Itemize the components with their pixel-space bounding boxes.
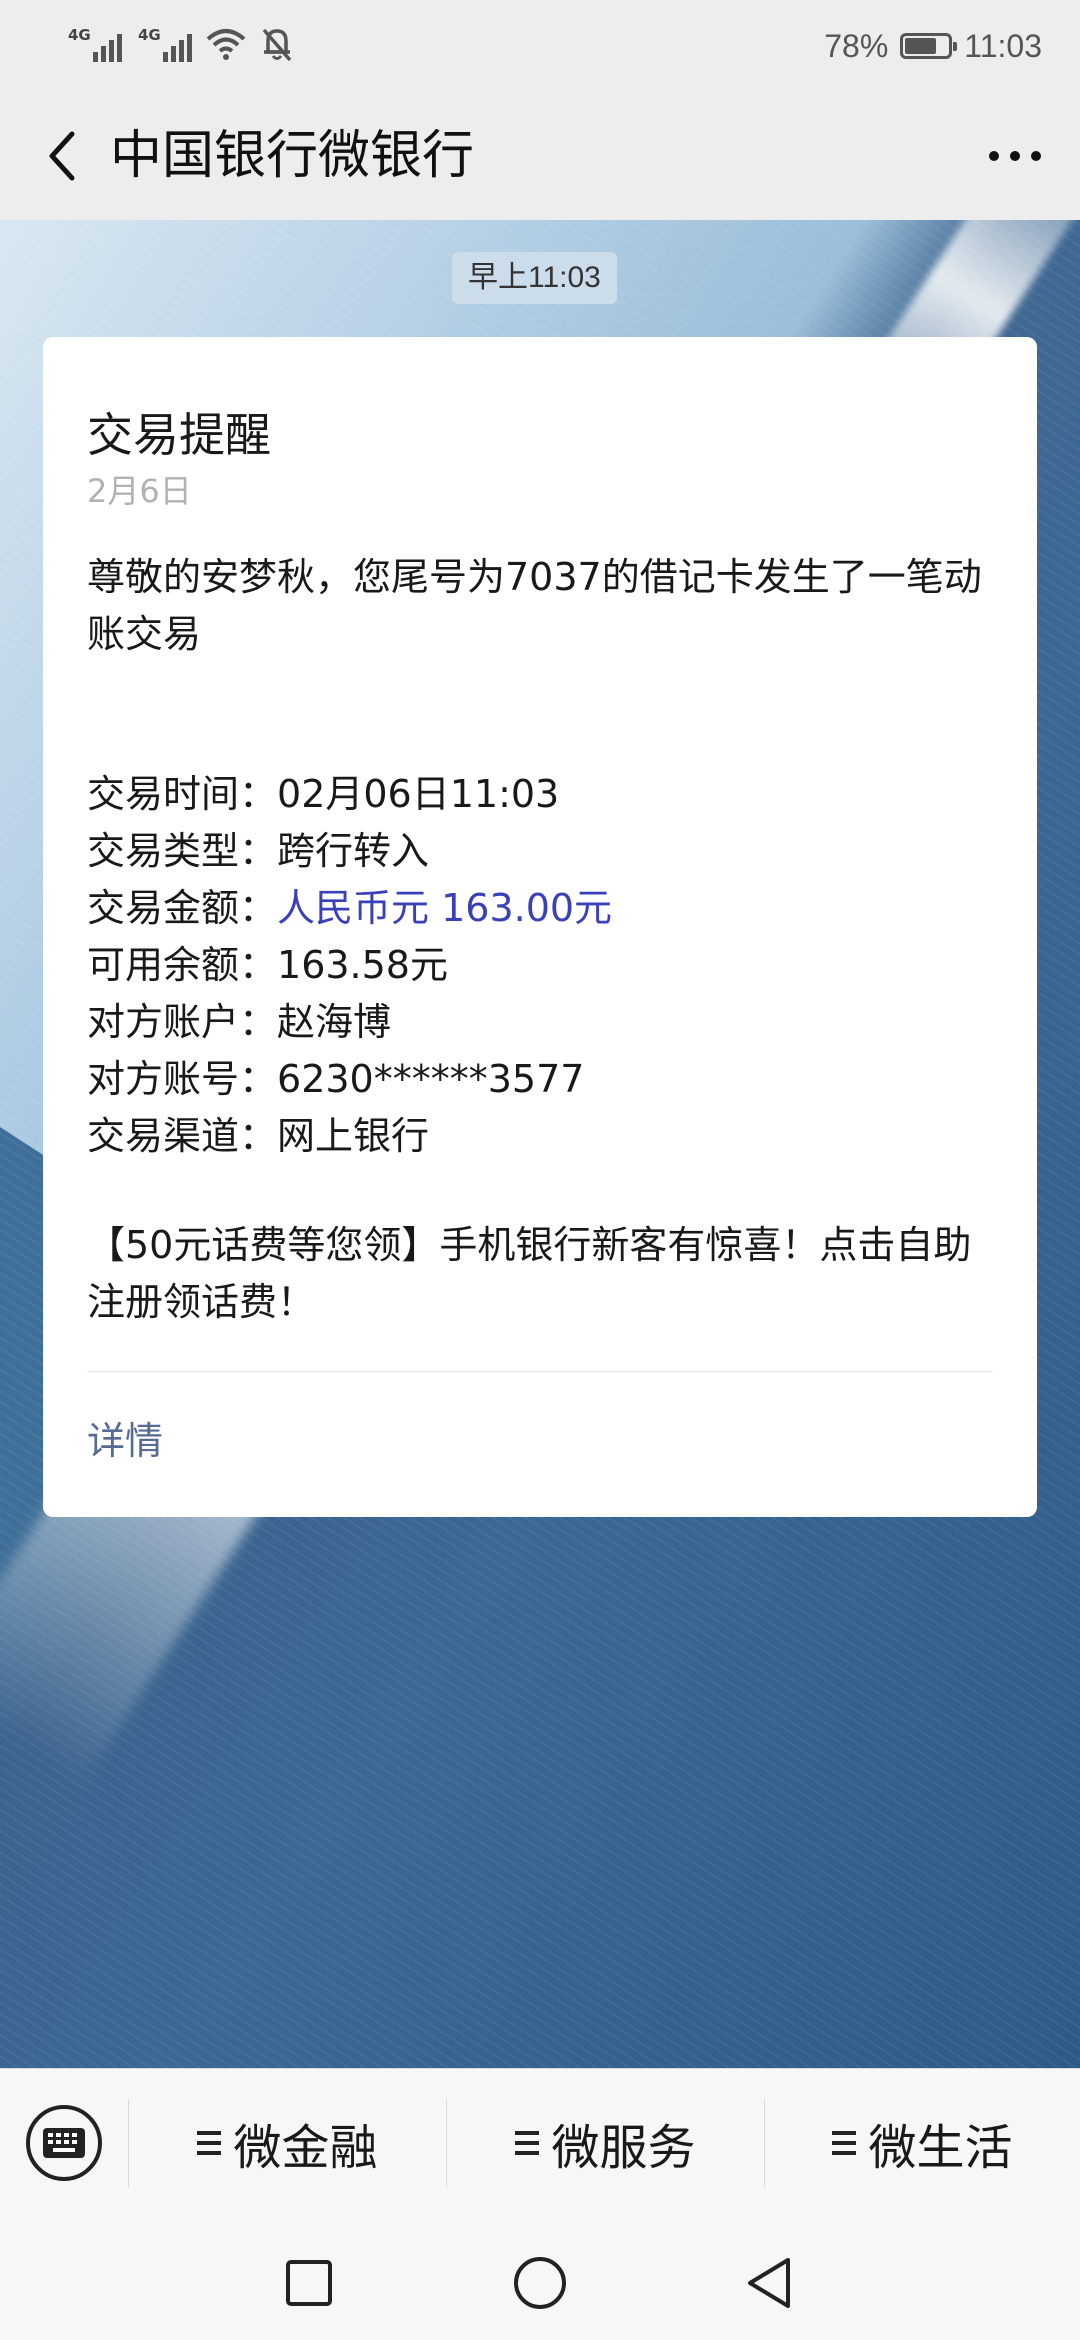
menu-lines-icon: [832, 2131, 857, 2155]
detail-row-time: 交易时间：02月06日11:03: [87, 766, 1007, 823]
field-label: 交易渠道：: [87, 1114, 278, 1158]
menu-item-finance[interactable]: 微金融: [129, 2099, 446, 2187]
more-options-button[interactable]: [970, 116, 1060, 196]
field-value: 赵海博: [277, 1000, 392, 1044]
menu-lines-icon: [515, 2131, 540, 2155]
signal-icon: 4G: [66, 26, 122, 66]
menu-item-life[interactable]: 微生活: [765, 2099, 1080, 2187]
field-value: 网上银行: [277, 1114, 430, 1158]
field-label: 可用余额：: [87, 943, 278, 987]
back-button[interactable]: [22, 116, 102, 196]
promo-text: 【50元话费等您领】手机银行新客有惊喜！点击自助注册领话费！: [87, 1223, 972, 1324]
recent-apps-button[interactable]: [274, 2248, 344, 2318]
menu-item-label: 微金融: [233, 2120, 378, 2176]
more-dots-icon: [989, 151, 1041, 161]
system-back-button[interactable]: [734, 2248, 804, 2318]
detail-row-type: 交易类型：跨行转入: [87, 823, 1007, 880]
status-bar: 4G 4G 78% 11:03: [0, 0, 1080, 92]
status-indicators: 4G 4G: [66, 22, 294, 70]
card-title: 交易提醒: [87, 408, 271, 462]
system-navigation-bar: [0, 2226, 1080, 2340]
detail-row-counterparty-account: 对方账号：6230******3577: [87, 1051, 1007, 1108]
field-value: 163.58元: [277, 943, 448, 987]
clock: 11:03: [964, 27, 1042, 64]
card-date: 2月6日: [87, 472, 192, 510]
menu-item-label: 微服务: [551, 2120, 696, 2176]
menu-lines-icon: [197, 2131, 222, 2155]
battery-percent: 78%: [824, 27, 889, 64]
detail-row-counterparty-name: 对方账户：赵海博: [87, 994, 1007, 1051]
menu-item-label: 微生活: [868, 2120, 1013, 2176]
back-icon: [748, 2258, 790, 2308]
network-type-label: 4G: [138, 26, 161, 44]
chevron-left-icon: [49, 131, 75, 181]
official-account-menu: 微金融 微服务 微生活: [0, 2068, 1080, 2226]
card-intro-text: 尊敬的安梦秋，您尾号为7037的借记卡发生了一笔动账交易: [87, 555, 982, 656]
home-icon: [514, 2257, 566, 2309]
field-label: 交易金额：: [87, 886, 278, 930]
bell-off-icon: [260, 26, 294, 66]
home-button[interactable]: [505, 2248, 575, 2318]
status-right: 78% 11:03: [824, 22, 1042, 70]
field-value: 02月06日11:03: [277, 772, 560, 816]
keyboard-icon: [43, 2128, 85, 2158]
title-bar: 中国银行微银行: [0, 92, 1080, 220]
keyboard-toggle-button[interactable]: [26, 2105, 102, 2181]
card-divider: [87, 1371, 993, 1372]
detail-row-balance: 可用余额：163.58元: [87, 937, 1007, 994]
field-label: 交易时间：: [87, 772, 278, 816]
battery-icon: [900, 33, 958, 59]
detail-row-channel: 交易渠道：网上银行: [87, 1108, 1007, 1165]
network-type-label: 4G: [68, 26, 91, 44]
field-label: 对方账户：: [87, 1000, 278, 1044]
amount-value: 人民币元 163.00元: [277, 886, 613, 930]
detail-row-amount: 交易金额：人民币元 163.00元: [87, 880, 1007, 937]
recent-apps-icon: [286, 2260, 332, 2306]
transaction-details: 交易时间：02月06日11:03 交易类型：跨行转入 交易金额：人民币元 163…: [87, 766, 1007, 1165]
wifi-icon: [206, 27, 246, 65]
details-link[interactable]: 详情: [87, 1415, 163, 1467]
field-value: 跨行转入: [277, 829, 430, 873]
field-label: 对方账号：: [87, 1057, 278, 1101]
field-value: 6230******3577: [277, 1057, 585, 1101]
menu-item-services[interactable]: 微服务: [447, 2099, 764, 2187]
page-title: 中国银行微银行: [110, 126, 475, 186]
field-label: 交易类型：: [87, 829, 278, 873]
signal-icon: 4G: [136, 26, 192, 66]
transaction-alert-card[interactable]: 交易提醒 2月6日 尊敬的安梦秋，您尾号为7037的借记卡发生了一笔动账交易 交…: [43, 337, 1037, 1517]
message-timestamp: 早上11:03: [452, 252, 617, 304]
